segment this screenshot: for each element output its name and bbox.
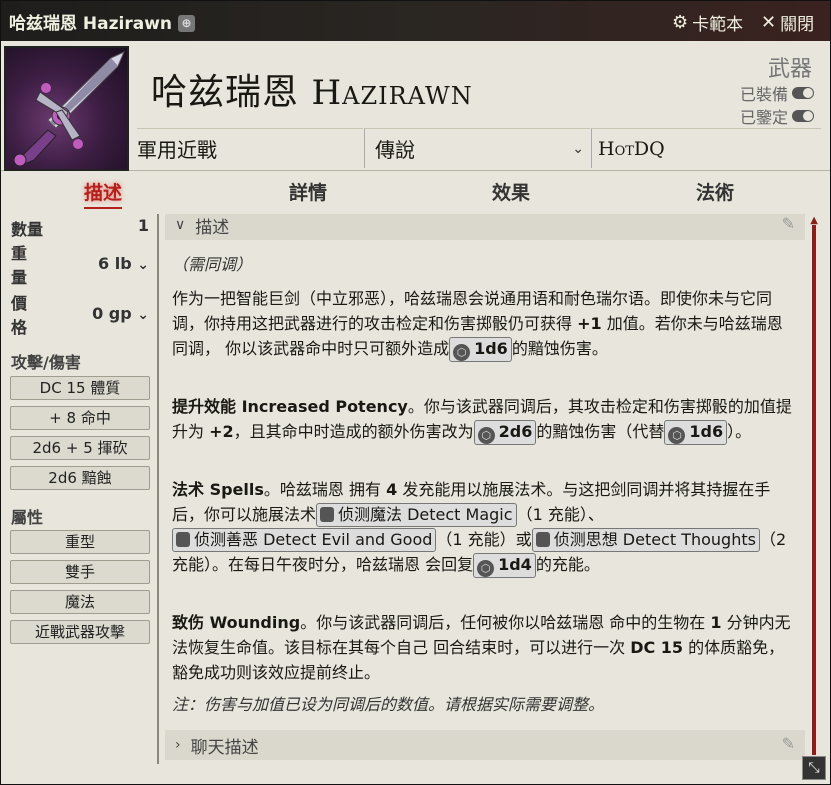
- weight-select[interactable]: 6 lb ⌄: [98, 254, 149, 273]
- toggle-icon: [792, 87, 814, 99]
- backpack-icon: [535, 532, 550, 547]
- adjustment-note: 注：伤害与加值已设为同调后的数值。请根据实际需要调整。: [172, 695, 605, 714]
- dice-roll-button[interactable]: ⬡ 1d6: [449, 337, 512, 362]
- toggle-icon: [792, 110, 814, 122]
- edit-icon[interactable]: ✎: [782, 214, 795, 233]
- d20-icon: ⬡: [668, 427, 686, 444]
- item-type-label: 武器: [767, 57, 812, 82]
- spell-link[interactable]: 侦测善恶 Detect Evil and Good: [172, 528, 437, 552]
- spell-link[interactable]: 侦测魔法 Detect Magic: [316, 503, 517, 527]
- dice-roll-button[interactable]: ⬡ 1d6: [664, 420, 728, 445]
- sheet-config-button[interactable]: ⚙ 卡範本: [672, 10, 743, 35]
- rarity-select[interactable]: 傳說 ⌄: [364, 128, 590, 168]
- title-bar[interactable]: 哈兹瑞恩 Hazirawn ⊕ ⚙ 卡範本 ✕ 關閉: [1, 1, 830, 41]
- item-portrait[interactable]: [4, 46, 129, 171]
- slashing-damage-pill[interactable]: 2d6 + 5 揮砍: [10, 436, 150, 460]
- chevron-down-icon: ⌄: [137, 307, 149, 323]
- tab-details[interactable]: 詳情: [289, 178, 327, 205]
- window-title: 哈兹瑞恩 Hazirawn ⊕: [1, 9, 196, 34]
- d20-icon: ⬡: [477, 427, 495, 444]
- scrollbar[interactable]: [812, 225, 816, 755]
- increased-potency-paragraph: 提升效能 Increased Potency。你与该武器同调后，其攻击检定和伤害…: [172, 394, 796, 445]
- price-row: 價 格 0 gp ⌄: [11, 294, 149, 337]
- gear-icon: ⚙: [672, 12, 689, 33]
- attack-damage-heading: 攻擊/傷害: [11, 353, 81, 372]
- identified-toggle[interactable]: 已鑒定: [740, 106, 814, 126]
- save-dc-pill[interactable]: DC 15 體質: [10, 376, 150, 400]
- dice-roll-button[interactable]: ⬡ 2d6: [473, 420, 537, 445]
- weight-row: 重 量 6 lb ⌄: [11, 244, 149, 287]
- resize-handle-icon[interactable]: ⤡: [802, 756, 826, 780]
- close-label: 關閉: [780, 15, 815, 35]
- property-pill[interactable]: 雙手: [10, 560, 150, 584]
- property-pill[interactable]: 魔法: [10, 590, 150, 614]
- tab-spells[interactable]: 法術: [696, 178, 734, 205]
- attunement-note: （需同调）: [172, 255, 253, 274]
- dice-roll-button[interactable]: ⬡ 1d4: [473, 553, 536, 578]
- tab-effects[interactable]: 效果: [492, 178, 530, 205]
- close-button[interactable]: ✕ 關閉: [761, 10, 814, 35]
- price-select[interactable]: 0 gp ⌄: [92, 304, 149, 323]
- edit-icon[interactable]: ✎: [782, 734, 795, 753]
- tab-description[interactable]: 描述: [84, 178, 123, 209]
- item-sidebar: 數量 1 重 量 6 lb ⌄ 價 格 0 gp ⌄ 攻擊/傷害 DC 15 體…: [1, 214, 159, 764]
- property-pill[interactable]: 近戰武器攻擊: [10, 620, 150, 644]
- description-panel: ∨ 描述 ✎ （需同调） 作为一把智能巨剑（中立邪恶），哈兹瑞恩会说通用语和耐色…: [163, 214, 813, 764]
- chevron-down-icon: ⌄: [137, 257, 149, 273]
- d20-icon: ⬡: [453, 344, 471, 361]
- necrotic-damage-pill[interactable]: 2d6 黯蝕: [10, 466, 150, 490]
- backpack-icon: [320, 507, 335, 522]
- globe-icon[interactable]: ⊕: [178, 15, 196, 32]
- quantity-row: 數量 1: [11, 216, 149, 239]
- description-paragraph: 作为一把智能巨剑（中立邪恶），哈兹瑞恩会说通用语和耐色瑞尔语。即使你未与它同调，…: [172, 286, 796, 362]
- source-field[interactable]: HotDQ: [591, 128, 821, 168]
- chevron-down-icon: ⌄: [572, 140, 584, 157]
- properties-heading: 屬性: [11, 508, 44, 527]
- item-name[interactable]: 哈兹瑞恩 Hazirawn: [151, 63, 473, 115]
- chat-description-section-header[interactable]: › 聊天描述 ✎: [165, 730, 805, 760]
- spells-paragraph: 法术 Spells。哈兹瑞恩 拥有 4 发充能用以施展法术。与这把剑同调并将其持…: [172, 477, 796, 578]
- item-sheet-window: 哈兹瑞恩 Hazirawn ⊕ ⚙ 卡範本 ✕ 關閉 哈兹瑞恩 Hazirawn 武器…: [0, 0, 831, 785]
- description-section-header[interactable]: ∨ 描述 ✎: [165, 214, 805, 240]
- weapon-category-field[interactable]: 軍用近戰: [137, 128, 363, 168]
- chevron-right-icon: ›: [175, 737, 181, 753]
- attack-bonus-pill[interactable]: + 8 命中: [10, 406, 150, 430]
- spell-link[interactable]: 侦测思想 Detect Thoughts: [531, 528, 760, 552]
- wounding-paragraph: 致伤 Wounding。你与该武器同调后，任何被你以哈兹瑞恩 命中的生物在 1 …: [172, 613, 791, 682]
- sheet-tabs: 描述 詳情 效果 法術: [1, 172, 830, 214]
- close-icon: ✕: [761, 12, 777, 33]
- quantity-input[interactable]: 1: [138, 216, 149, 235]
- equipped-toggle[interactable]: 已裝備: [740, 81, 814, 105]
- sheet-config-label: 卡範本: [692, 15, 744, 35]
- chevron-down-icon: ∨: [175, 217, 186, 233]
- property-pill[interactable]: 重型: [10, 530, 150, 554]
- backpack-icon: [176, 532, 190, 547]
- d20-icon: ⬡: [477, 560, 495, 577]
- item-header: 哈兹瑞恩 Hazirawn 武器 已裝備 已鑒定 軍用近戰 傳說 ⌄ HotDQ: [1, 41, 830, 171]
